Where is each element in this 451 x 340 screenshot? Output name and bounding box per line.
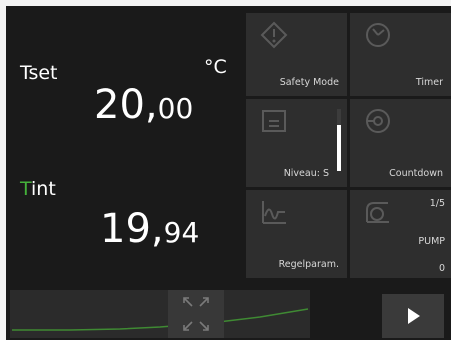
tint-label-accent: T [20, 178, 32, 200]
tset-label: Tset [20, 62, 58, 84]
tint-value-int: 19, [100, 206, 164, 252]
tint-value: 19,94 [100, 206, 199, 252]
safety-mode-tile[interactable]: Safety Mode [246, 13, 347, 96]
unit-label: °C [204, 56, 227, 78]
curve-icon [262, 201, 286, 224]
expand-arrows-icon [183, 297, 209, 331]
timer-label: Timer [415, 77, 443, 88]
tank-icon [262, 110, 286, 132]
pump-tile[interactable]: 1/5 PUMP 0 [350, 190, 451, 278]
countdown-tile[interactable]: Countdown [350, 99, 451, 187]
trend-chart[interactable] [10, 290, 310, 338]
temperature-panel: Tset °C 20,00 Tint 19,94 [6, 6, 246, 284]
tint-label: Tint [20, 178, 56, 200]
pump-label: PUMP [418, 236, 445, 247]
regelparam-tile[interactable]: Regelparam. [246, 190, 347, 278]
tset-value-dec: 00 [157, 92, 194, 125]
expand-button[interactable] [168, 290, 224, 338]
timer-tile[interactable]: Timer [350, 13, 451, 96]
bottom-bar [6, 284, 451, 340]
tint-label-rest: int [31, 178, 56, 200]
pump-value: 0 [438, 263, 445, 274]
regelparam-label: Regelparam. [278, 259, 339, 270]
pump-icon [366, 202, 389, 223]
niveau-label: Niveau: S [283, 168, 329, 179]
play-icon [408, 308, 420, 324]
niveau-tile[interactable]: Niveau: S [246, 99, 347, 187]
play-button[interactable] [382, 294, 444, 338]
tset-value[interactable]: 20,00 [94, 82, 193, 128]
countdown-icon [366, 109, 390, 133]
tint-value-dec: 94 [163, 216, 200, 249]
pump-stage: 1/5 [429, 198, 445, 209]
countdown-label: Countdown [389, 168, 443, 179]
safety-mode-label: Safety Mode [279, 77, 339, 88]
level-bar [337, 109, 341, 171]
level-bar-fill [337, 124, 341, 171]
touch-screen: Tset °C 20,00 Tint 19,94 Safety Mode Tim… [6, 6, 451, 340]
tset-value-int: 20, [94, 82, 158, 128]
trend-chart-icon [12, 308, 309, 331]
warning-icon [260, 21, 288, 49]
clock-icon [366, 23, 390, 47]
